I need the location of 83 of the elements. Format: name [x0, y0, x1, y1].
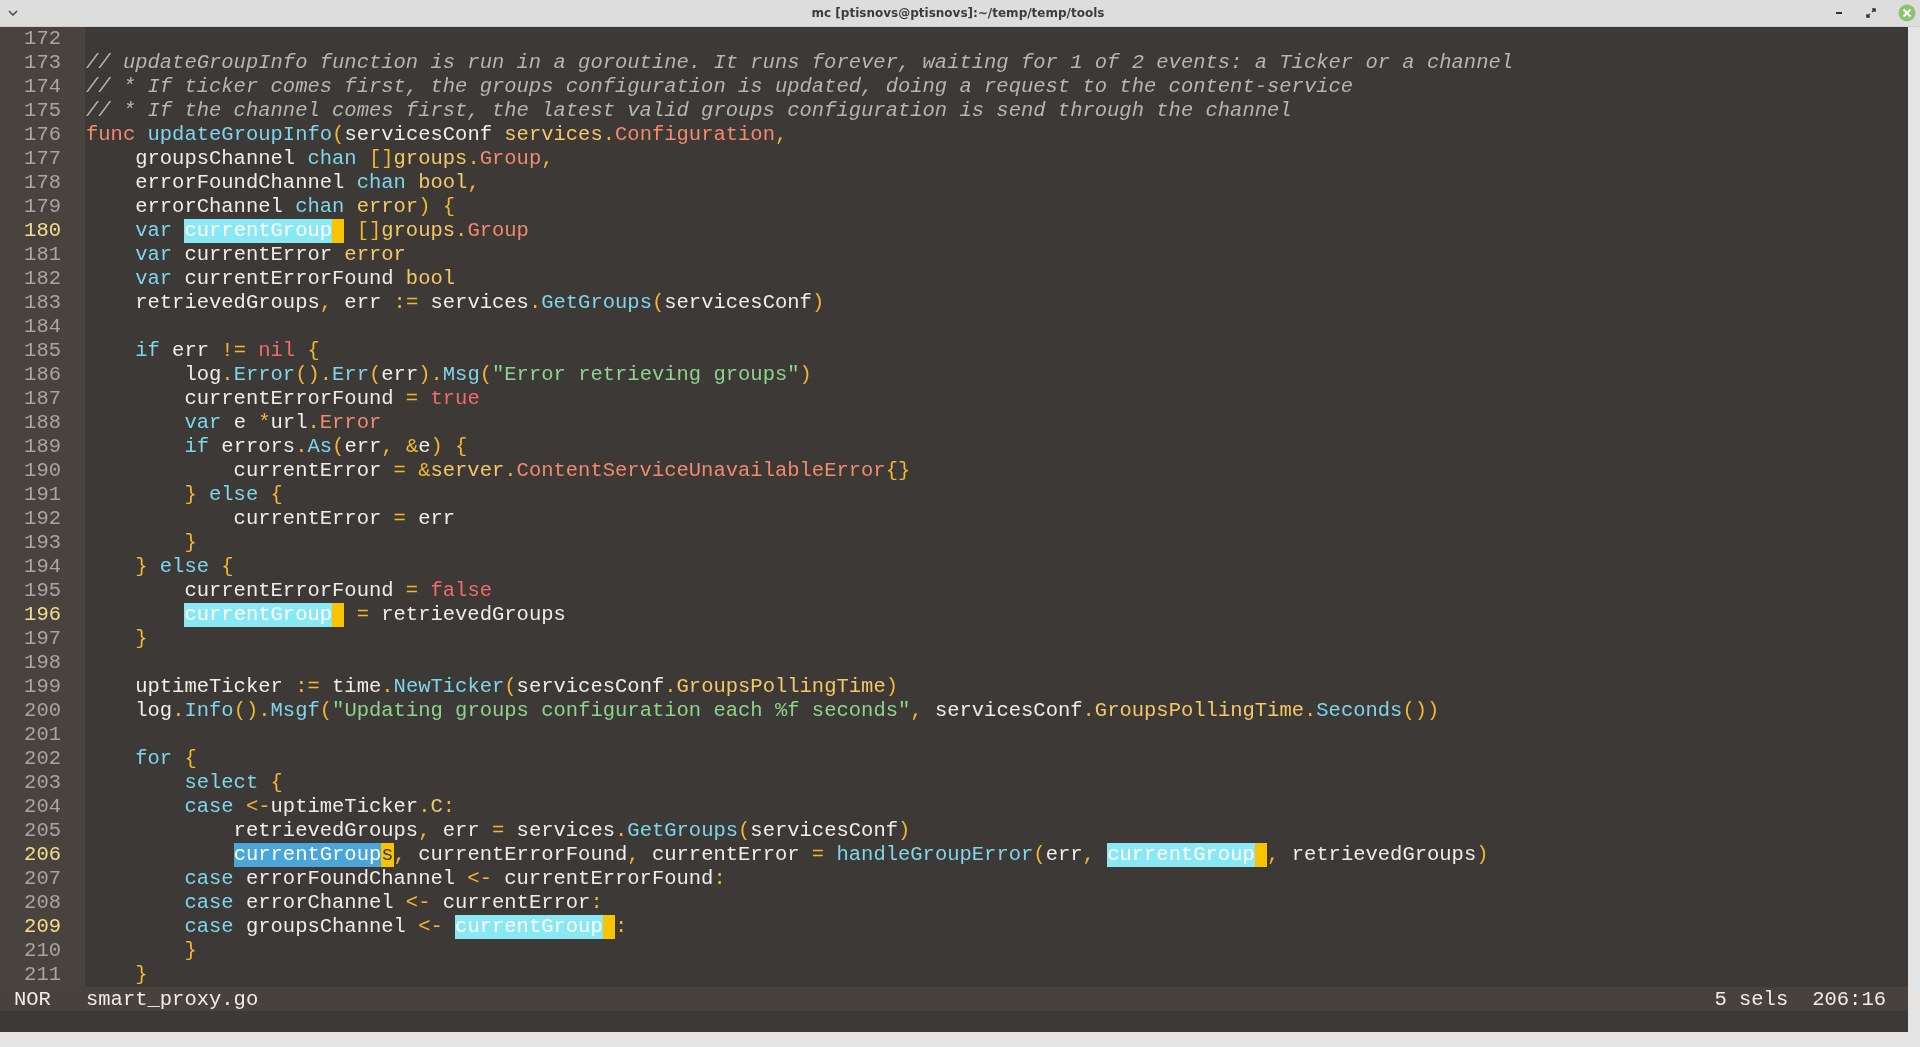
line-number: 193: [23, 531, 61, 555]
line-number: 201: [23, 723, 61, 747]
line-number: 190: [23, 459, 61, 483]
line-number: 192: [23, 507, 61, 531]
code-line: }: [134, 627, 148, 651]
line-number: 211: [23, 963, 61, 987]
line-number: 202: [23, 747, 61, 771]
code-line: // updateGroupInfo function is run in a goroutine. It runs forever, waiting for 1 of 2 events: a Ticker or a channel: [86, 51, 1514, 75]
line-number: 175: [23, 99, 61, 123]
code-line: // * If ticker comes first, the groups configuration is updated, doing a request to the content-service: [86, 75, 1354, 99]
code-line: for {: [134, 747, 197, 771]
line-number: 189: [23, 435, 61, 459]
line-number: 191: [23, 483, 61, 507]
code-line: retrievedGroups, err = services.GetGroups(servicesConf): [232, 819, 911, 843]
code-line: var currentGroup []groups.Group: [134, 219, 529, 243]
line-number: 178: [23, 171, 61, 195]
line-number: 180: [23, 219, 61, 243]
code-line: // * If the channel comes first, the latest valid groups configuration is send through the channel: [86, 99, 1292, 123]
line-number: 205: [23, 819, 61, 843]
restore-icon[interactable]: [1866, 8, 1876, 18]
line-number: 196: [23, 603, 61, 627]
line-number: 185: [23, 339, 61, 363]
code-line: }: [134, 963, 148, 987]
line-number: 197: [23, 627, 61, 651]
line-number: 174: [23, 75, 61, 99]
line-number: 183: [23, 291, 61, 315]
code-line: log.Info().Msgf("Updating groups configuration each %f seconds", servicesConf.GroupsPollingTime.Seconds()): [134, 699, 1440, 723]
line-number: 195: [23, 579, 61, 603]
selection-count: 5 sels: [1714, 987, 1789, 1011]
code-line: case groupsChannel <- currentGroup :: [183, 915, 628, 939]
line-number: 181: [23, 243, 61, 267]
line-number: 200: [23, 699, 61, 723]
line-number: 208: [23, 891, 61, 915]
code-line: currentGroups, currentErrorFound, currentError = handleGroupError(err, currentGroup , retrievedGroups): [232, 843, 1489, 867]
code-line: } else {: [134, 555, 234, 579]
code-line: errorFoundChannel chan bool,: [134, 171, 480, 195]
code-line: if errors.As(err, &e) {: [183, 435, 468, 459]
code-line: func updateGroupInfo(servicesConf services.Configuration,: [86, 123, 788, 147]
cursor-position: 206:16: [1812, 987, 1886, 1011]
code-line: uptimeTicker := time.NewTicker(servicesConf.GroupsPollingTime): [134, 675, 898, 699]
line-number: 206: [23, 843, 61, 867]
line-number: 203: [23, 771, 61, 795]
code-line: currentError = err: [232, 507, 456, 531]
line-number: 182: [23, 267, 61, 291]
line-number: 194: [23, 555, 61, 579]
line-number: 177: [23, 147, 61, 171]
code-line: groupsChannel chan []groups.Group,: [134, 147, 554, 171]
line-number: 209: [23, 915, 61, 939]
code-line: currentError = &server.ContentServiceUnavailableError{}: [232, 459, 911, 483]
code-line: } else {: [183, 483, 283, 507]
code-line: currentErrorFound = true: [183, 387, 480, 411]
line-number: 172: [23, 27, 61, 51]
line-number: 187: [23, 387, 61, 411]
line-number: 173: [23, 51, 61, 75]
code-line: case errorFoundChannel <- currentErrorFound:: [183, 867, 726, 891]
code-line: select {: [183, 771, 283, 795]
file-name: smart_proxy.go: [86, 987, 259, 1011]
code-line: }: [183, 939, 197, 963]
line-number: 179: [23, 195, 61, 219]
code-line: log.Error().Err(err).Msg("Error retrieving groups"): [183, 363, 812, 387]
mode-indicator: NOR: [14, 987, 52, 1011]
code-line: retrievedGroups, err := services.GetGroups(servicesConf): [134, 291, 825, 315]
code-line: if err != nil {: [134, 339, 320, 363]
line-number: 210: [23, 939, 61, 963]
code-line: errorChannel chan error) {: [134, 195, 456, 219]
line-number: 207: [23, 867, 61, 891]
code-line: }: [183, 531, 197, 555]
code-line: case <-uptimeTicker.C:: [183, 795, 456, 819]
line-number: 198: [23, 651, 61, 675]
code-line: var e *url.Error: [183, 411, 382, 435]
code-line: currentGroup = retrievedGroups: [183, 603, 566, 627]
code-line: currentErrorFound = false: [183, 579, 492, 603]
code-line: var currentError error: [134, 243, 406, 267]
code-line: var currentErrorFound bool: [134, 267, 456, 291]
line-number: 176: [23, 123, 61, 147]
line-number: 184: [23, 315, 61, 339]
window-title: mc [ptisnovs@ptisnovs]:~/temp/temp/tools: [811, 6, 1105, 20]
code-line: case errorChannel <- currentError:: [183, 891, 603, 915]
line-number: 188: [23, 411, 61, 435]
line-number: 186: [23, 363, 61, 387]
line-number: 199: [23, 675, 61, 699]
line-number: 204: [23, 795, 61, 819]
chevron-down-icon[interactable]: [8, 10, 18, 16]
